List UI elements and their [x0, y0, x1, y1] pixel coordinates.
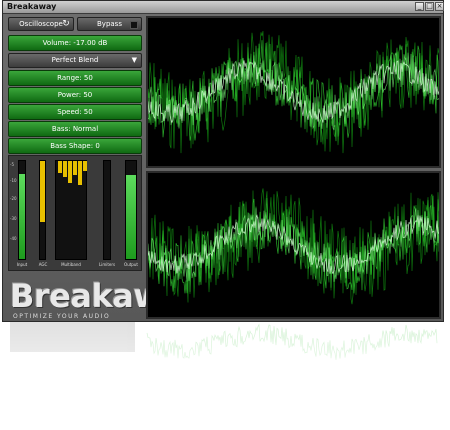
volume-label: Volume: -17.00 dB: [42, 39, 108, 47]
limiters-meter-label: Limiters: [99, 262, 116, 267]
output-meter-label: Output: [124, 262, 138, 267]
chevron-down-icon: ▼: [131, 56, 137, 64]
tick-label: -40: [10, 236, 17, 241]
multiband-bar: [63, 161, 67, 177]
multiband-meter-label: Multiband: [61, 262, 81, 267]
reflection-fade: [2, 322, 444, 422]
agc-meter: [39, 160, 46, 260]
bypass-checkbox[interactable]: [130, 21, 138, 29]
input-meter-label: Input: [16, 262, 28, 267]
multiband-bar: [83, 161, 87, 171]
output-meter-fill: [126, 174, 136, 259]
output-meter: [125, 160, 137, 260]
logo-tagline: OPTIMIZE YOUR AUDIO: [13, 313, 111, 320]
agc-meter-fill: [40, 161, 45, 222]
range-label: Range: 50: [57, 74, 93, 82]
reflection-graphic: [2, 322, 444, 422]
waveform-bottom: [148, 188, 439, 305]
tick-label: -20: [10, 196, 17, 201]
multiband-bar: [68, 161, 72, 183]
refresh-icon[interactable]: ↻: [60, 18, 72, 30]
input-meter: [18, 160, 26, 260]
preset-label: Perfect Blend: [51, 56, 99, 64]
mode-label: Oscilloscope: [19, 20, 63, 28]
oscilloscope-top: [146, 16, 441, 168]
power-control[interactable]: Power: 50: [8, 87, 142, 103]
speed-label: Speed: 50: [57, 108, 93, 116]
waveform-top: [148, 31, 439, 154]
title-bar: Breakaway _ □ ×: [3, 1, 444, 14]
limiters-meter: [103, 160, 111, 260]
main-window: Breakaway _ □ × Oscilloscope ↻ Bypass Vo…: [2, 0, 444, 322]
tick-label: -30: [10, 216, 17, 221]
oscilloscope-bottom: [146, 171, 441, 319]
bass-control[interactable]: Bass: Normal: [8, 121, 142, 137]
bass-shape-label: Bass Shape: 0: [50, 142, 100, 150]
speed-control[interactable]: Speed: 50: [8, 104, 142, 120]
minimize-button[interactable]: _: [415, 2, 424, 11]
input-meter-fill: [19, 173, 25, 259]
power-label: Power: 50: [57, 91, 93, 99]
tick-label: -10: [10, 178, 17, 183]
multiband-bar: [78, 161, 82, 185]
tick-label: -5: [10, 162, 14, 167]
preset-dropdown[interactable]: Perfect Blend ▼: [8, 53, 142, 68]
bass-shape-control[interactable]: Bass Shape: 0: [8, 138, 142, 154]
bypass-label: Bypass: [97, 20, 122, 28]
agc-meter-label: AGC: [38, 262, 48, 267]
close-button[interactable]: ×: [435, 2, 444, 11]
range-control[interactable]: Range: 50: [8, 70, 142, 86]
volume-control[interactable]: Volume: -17.00 dB: [8, 35, 142, 51]
bass-label: Bass: Normal: [51, 125, 99, 133]
meter-panel: -5 -10 -20 -30 -40 Input AGC Multiband L…: [8, 155, 142, 271]
window-title: Breakaway: [7, 2, 57, 11]
bypass-button[interactable]: Bypass: [77, 17, 142, 31]
multiband-bar: [73, 161, 77, 175]
breakaway-logo: Breakaway OPTIMIZE YOUR AUDIO: [10, 277, 203, 320]
multiband-meter: [55, 160, 87, 260]
window-reflection: [2, 322, 444, 422]
maximize-button[interactable]: □: [425, 2, 434, 11]
multiband-bar: [58, 161, 62, 173]
